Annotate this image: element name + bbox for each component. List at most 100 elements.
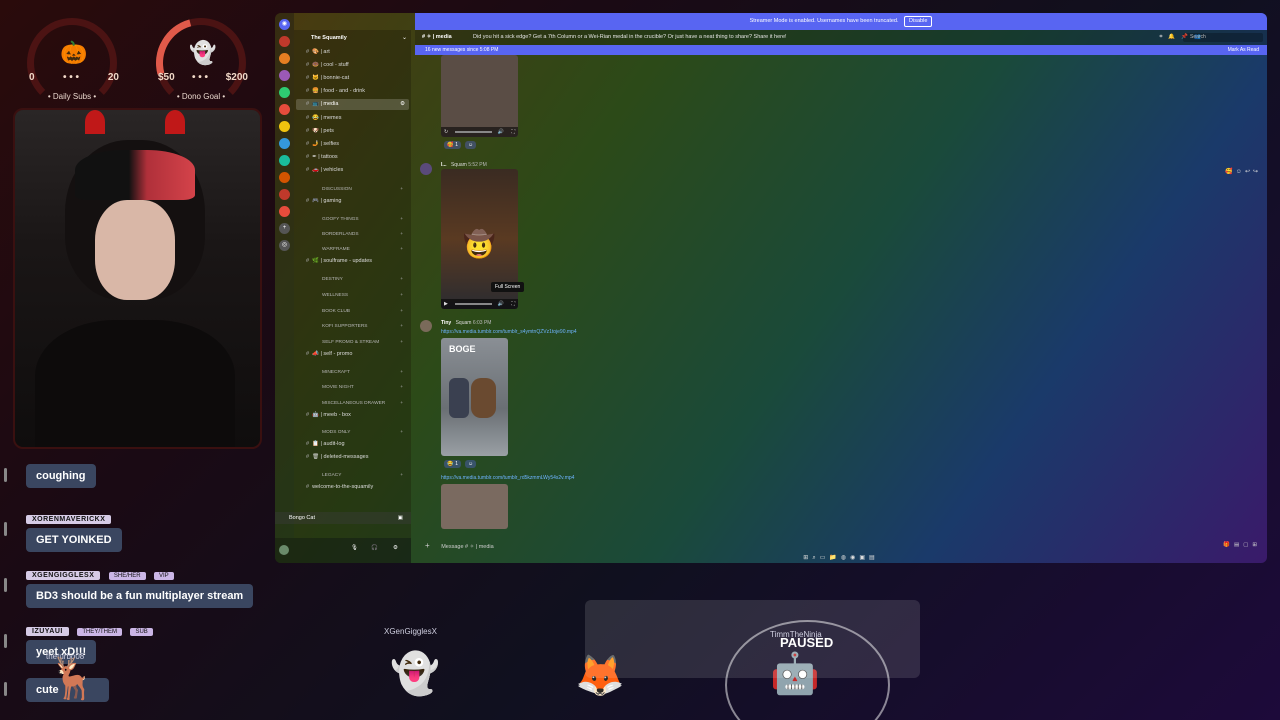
channel-art[interactable]: # 🎨 | art [296, 47, 409, 58]
sticker-icon[interactable]: ▢ [1243, 542, 1252, 548]
channel-topic[interactable]: Did you hit a sick edge? Get a 7th Colum… [473, 30, 787, 45]
add-channel-icon[interactable]: + [400, 471, 403, 481]
channel-self-promo[interactable]: # 📣 | self - promo [296, 349, 409, 360]
video-attachment[interactable] [441, 484, 508, 529]
category-destiny[interactable]: DESTINY + [296, 275, 409, 285]
server-icon[interactable] [279, 36, 290, 47]
channel-memes[interactable]: # 😂 | memes [296, 113, 409, 124]
settings-gear-icon[interactable]: ⚙ [393, 545, 398, 551]
volume-icon[interactable]: 🔊 [498, 127, 504, 137]
channel-tattoos[interactable]: # ✒ | tattoos [296, 152, 409, 163]
mic-icon[interactable]: 🎙 [351, 545, 358, 551]
category-discussion[interactable]: DISCUSSION + [296, 185, 409, 195]
add-reaction-icon[interactable]: ☺ [1236, 169, 1245, 175]
gift-icon[interactable]: 🎁 [1223, 542, 1234, 548]
chevron-down-icon[interactable]: ⌄ [402, 34, 407, 41]
category-movie-night[interactable]: MOVIE NIGHT + [296, 383, 409, 393]
attach-plus-icon[interactable]: + [425, 541, 430, 550]
bell-icon[interactable]: 🔔 [1168, 34, 1181, 40]
media-link[interactable]: https://va.media.tumblr.com/tumblr_s4ymt… [441, 329, 577, 335]
add-reaction-button[interactable]: ☺ [465, 141, 477, 149]
add-reaction-button[interactable]: ☺ [465, 460, 477, 468]
channel-media[interactable]: # 📺 | media ⚙ [296, 99, 409, 110]
search-input[interactable]: Search [1183, 33, 1263, 42]
channel-pets[interactable]: # 🐶 | pets [296, 126, 409, 137]
category-mods-only[interactable]: MODS ONLY + [296, 428, 409, 438]
add-channel-icon[interactable]: + [400, 291, 403, 301]
taskview-icon[interactable]: ▭ [820, 555, 830, 561]
browser-icon[interactable]: ◍ [841, 555, 850, 561]
channel-selfies[interactable]: # 🤳 | selfies [296, 139, 409, 150]
channel-audit-log[interactable]: # 📋 | audit-log [296, 439, 409, 450]
category-misc-drawer[interactable]: MISCELLANEOUS DRAWER + [296, 399, 409, 409]
reaction-icon[interactable]: 🥰 [1225, 169, 1235, 175]
apps-icon[interactable]: ⊞ [1252, 542, 1261, 548]
add-channel-icon[interactable]: + [400, 185, 403, 195]
server-name[interactable]: The Squamily [311, 35, 347, 41]
composer-placeholder[interactable]: Message # ✧ | media [441, 544, 494, 550]
server-icon[interactable] [279, 104, 290, 115]
server-icon[interactable] [279, 172, 290, 183]
avatar[interactable] [279, 545, 289, 555]
fullscreen-icon[interactable]: ⛶ [511, 299, 515, 309]
add-server-icon[interactable]: + [279, 223, 290, 234]
add-channel-icon[interactable]: + [400, 307, 403, 317]
server-icon[interactable] [279, 138, 290, 149]
server-icon[interactable] [279, 189, 290, 200]
forward-icon[interactable]: ↪ [1253, 169, 1261, 175]
reaction-chip[interactable]: 😂 1 [444, 460, 462, 468]
channel-deleted-messages[interactable]: # 🗑 | deleted-messages [296, 452, 409, 463]
add-channel-icon[interactable]: + [400, 399, 403, 409]
author-name[interactable]: Tiny [441, 320, 451, 326]
channel-gaming[interactable]: # 🎮 | gaming [296, 196, 409, 207]
message-composer[interactable]: + Message # ✧ | media 🎁▤▢⊞ [415, 538, 1267, 553]
screen-share-icon[interactable]: ▣ [398, 512, 403, 524]
headphones-icon[interactable]: 🎧 [371, 545, 378, 551]
add-channel-icon[interactable]: + [400, 230, 403, 240]
search-icon[interactable]: ⌕ [812, 555, 819, 561]
category-warframe[interactable]: WARFRAME + [296, 245, 409, 255]
category-wellness[interactable]: WELLNESS + [296, 291, 409, 301]
category-self-promo[interactable]: SELF PROMO & STREAM + [296, 338, 409, 348]
channel-cool-stuff[interactable]: # 🍩 | cool - stuff [296, 60, 409, 71]
add-channel-icon[interactable]: + [400, 338, 403, 348]
category-book-club[interactable]: BOOK CLUB + [296, 307, 409, 317]
reaction-chip[interactable]: 🥰 1 [444, 141, 462, 149]
disable-streamer-mode-button[interactable]: Disable [904, 16, 933, 27]
server-icon[interactable] [279, 121, 290, 132]
reply-icon[interactable]: ↩ [1245, 169, 1253, 175]
category-minecraft[interactable]: MINECRAFT + [296, 368, 409, 378]
replay-icon[interactable]: ↻ [444, 129, 448, 135]
channel-vehicles[interactable]: # 🚗 | vehicles [296, 165, 409, 176]
server-icon[interactable] [279, 155, 290, 166]
avatar[interactable] [420, 163, 432, 175]
discord-taskbar-icon[interactable]: ◉ [850, 555, 859, 561]
gear-icon[interactable]: ⚙ [400, 99, 405, 110]
fullscreen-icon[interactable]: ⛶ [511, 127, 515, 137]
channel-meeb-box[interactable]: # 🤖 | meeb - box [296, 410, 409, 421]
app-icon[interactable]: ▤ [869, 555, 879, 561]
add-channel-icon[interactable]: + [400, 215, 403, 225]
discord-home-icon[interactable]: ◉ [279, 19, 290, 30]
category-borderlands[interactable]: BORDERLANDS + [296, 230, 409, 240]
video-attachment[interactable]: ↻ 🔊 ⛶ [441, 55, 518, 137]
channel-bonnie-cat[interactable]: # 🐱 | bonnie-cat [296, 73, 409, 84]
author-name[interactable]: I... [441, 162, 447, 168]
server-icon[interactable] [279, 206, 290, 217]
server-icon[interactable] [279, 53, 290, 64]
media-link[interactable]: https://va.media.tumblr.com/tumblr_rd5kz… [441, 475, 574, 481]
avatar[interactable] [420, 320, 432, 332]
app-icon[interactable]: ▣ [859, 555, 869, 561]
add-channel-icon[interactable]: + [400, 428, 403, 438]
voice-channel-bar[interactable]: Bongo Cat ▣ [275, 512, 411, 524]
explorer-icon[interactable]: 📁 [829, 555, 840, 561]
gif-icon[interactable]: ▤ [1234, 542, 1243, 548]
explore-icon[interactable]: ◎ [279, 240, 290, 251]
server-icon[interactable] [279, 87, 290, 98]
video-attachment[interactable]: BOGE [441, 338, 508, 456]
category-goofy-things[interactable]: GOOFY THINGS + [296, 215, 409, 225]
category-kofi-supporters[interactable]: KOFI SUPPORTERS + [296, 322, 409, 332]
add-channel-icon[interactable]: + [400, 275, 403, 285]
channel-welcome[interactable]: # welcome-to-the-squamily [296, 482, 409, 493]
add-channel-icon[interactable]: + [400, 383, 403, 393]
